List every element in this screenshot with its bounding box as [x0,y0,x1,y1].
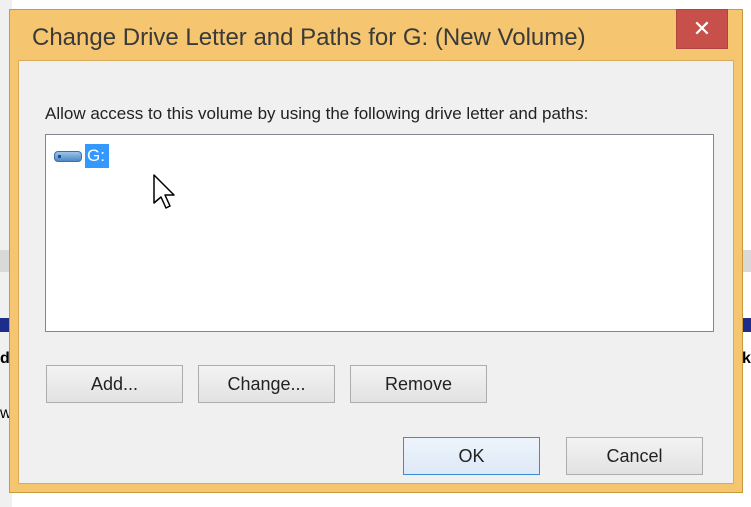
dialog-client-area: Allow access to this volume by using the… [18,60,734,484]
list-item-label: G: [85,144,109,168]
remove-button[interactable]: Remove [350,365,487,403]
ok-button[interactable]: OK [403,437,540,475]
drive-icon [54,148,84,164]
change-button[interactable]: Change... [198,365,335,403]
dialog-prompt: Allow access to this volume by using the… [45,104,589,123]
close-button[interactable]: ✕ [676,9,728,49]
drive-paths-listbox[interactable]: G: [45,134,714,332]
close-icon: ✕ [692,16,712,41]
add-button[interactable]: Add... [46,365,183,403]
background-text-right: k [742,350,751,367]
cancel-button[interactable]: Cancel [566,437,703,475]
change-drive-letter-dialog: Change Drive Letter and Paths for G: (Ne… [9,9,743,493]
list-item-drive-g[interactable]: G: [54,143,109,169]
mouse-pointer-icon [153,174,175,209]
dialog-title: Change Drive Letter and Paths for G: (Ne… [32,24,586,51]
